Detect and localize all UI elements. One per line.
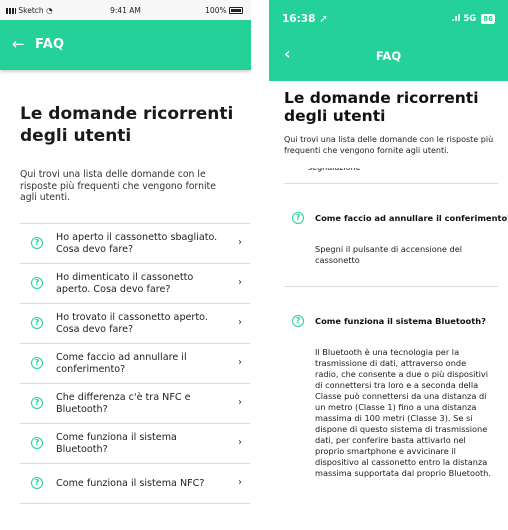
main-content: Le domande ricorrenti degli utenti Qui t… — [0, 103, 251, 504]
chevron-right-icon: › — [238, 396, 242, 408]
question-circle-icon: ? — [31, 396, 43, 409]
chevron-right-icon: › — [238, 276, 242, 288]
question-circle-icon: ? — [31, 316, 43, 329]
faq-item-label: Come funziona il sistema NFC? — [56, 477, 205, 489]
faq-item-label: Ho dimenticato il cassonetto aperto. Cos… — [56, 271, 194, 295]
main-content: Le domande ricorrenti degli utenti Qui t… — [269, 89, 508, 479]
faq-item[interactable]: ? Come faccio ad annullare il conferimen… — [20, 344, 250, 384]
chevron-right-icon: › — [238, 356, 242, 368]
header-title: FAQ — [35, 37, 65, 52]
scrolled-text-fragment: segnalazione — [284, 168, 498, 175]
chevron-right-icon: › — [238, 316, 242, 328]
chevron-right-icon: › — [238, 236, 242, 248]
divider — [284, 286, 498, 287]
faq-list: ? Ho aperto il cassonetto sbagliato. Cos… — [20, 222, 250, 504]
page-intro: Qui trovi una lista delle domande con le… — [284, 135, 494, 155]
faq-item[interactable]: ? Ho dimenticato il cassonetto aperto. C… — [20, 264, 250, 304]
faq-item[interactable]: ? Come funziona il sistema Bluetooth? › — [20, 424, 250, 464]
faq-question-label: Come funziona il sistema Bluetooth? — [315, 316, 486, 326]
network-label: .ıl 5G — [451, 14, 477, 24]
faq-item[interactable]: ? Che differenza c'è tra NFC e Bluetooth… — [20, 384, 250, 424]
question-circle-icon: ? — [292, 315, 304, 327]
header-title: FAQ — [375, 49, 402, 63]
status-indicators: .ıl 5G 86 — [451, 14, 495, 24]
question-circle-icon: ? — [31, 236, 43, 249]
chevron-right-icon: › — [238, 476, 242, 488]
question-circle-icon: ? — [31, 436, 43, 449]
page-title: Le domande ricorrenti degli utenti — [284, 89, 479, 125]
faq-item[interactable]: ? Come funziona il sistema NFC? › — [20, 464, 250, 504]
battery-icon — [229, 7, 243, 14]
question-circle-icon: ? — [292, 212, 304, 224]
faq-question[interactable]: ? Come faccio ad annullare il conferimen… — [284, 212, 508, 226]
faq-question-label: Come faccio ad annullare il conferimento… — [315, 213, 508, 223]
app-header: 16:38 ➚ .ıl 5G 86 ‹ FAQ — [269, 0, 508, 81]
page-intro: Qui trovi una lista delle domande con le… — [20, 169, 216, 203]
left-phone-screen: Sketch ◔ 9:41 AM 100% ← FAQ Le domande r… — [0, 0, 251, 530]
battery: 100% — [205, 6, 243, 15]
status-bar: 16:38 ➚ .ıl 5G 86 — [269, 0, 508, 30]
page-title: Le domande ricorrenti degli utenti — [20, 104, 234, 146]
faq-answer: Il Bluetooth è una tecnologia per la tra… — [315, 347, 491, 478]
question-circle-icon: ? — [31, 356, 43, 369]
faq-item-label: Che differenza c'è tra NFC e Bluetooth? — [56, 391, 191, 415]
faq-answer: Spegni il pulsante di accensione del cas… — [315, 244, 463, 265]
battery-icon: 86 — [481, 14, 495, 24]
question-circle-icon: ? — [31, 276, 43, 289]
question-circle-icon: ? — [31, 476, 43, 489]
status-time: 16:38 ➚ — [282, 13, 328, 25]
app-header: ← FAQ — [0, 20, 251, 70]
faq-question[interactable]: ? Come funziona il sistema Bluetooth? — [284, 315, 498, 329]
faq-item[interactable]: ? Ho trovato il cassonetto aperto. Cosa … — [20, 304, 250, 344]
faq-item-label: Come faccio ad annullare il conferimento… — [56, 351, 187, 375]
arrow-left-icon[interactable]: ← — [12, 35, 25, 53]
faq-item-label: Come funziona il sistema Bluetooth? — [56, 431, 177, 455]
chevron-right-icon: › — [238, 436, 242, 448]
faq-item[interactable]: ? Ho aperto il cassonetto sbagliato. Cos… — [20, 224, 250, 264]
faq-item-label: Ho aperto il cassonetto sbagliato. Cosa … — [56, 231, 218, 255]
battery-level: 100% — [205, 6, 227, 15]
divider — [284, 183, 498, 184]
faq-item-label: Ho trovato il cassonetto aperto. Cosa de… — [56, 311, 208, 335]
status-bar: Sketch ◔ 9:41 AM 100% — [0, 0, 251, 20]
right-phone-screen: 16:38 ➚ .ıl 5G 86 ‹ FAQ Le domande ricor… — [269, 0, 508, 530]
cut-text: segnalazione — [308, 168, 361, 172]
